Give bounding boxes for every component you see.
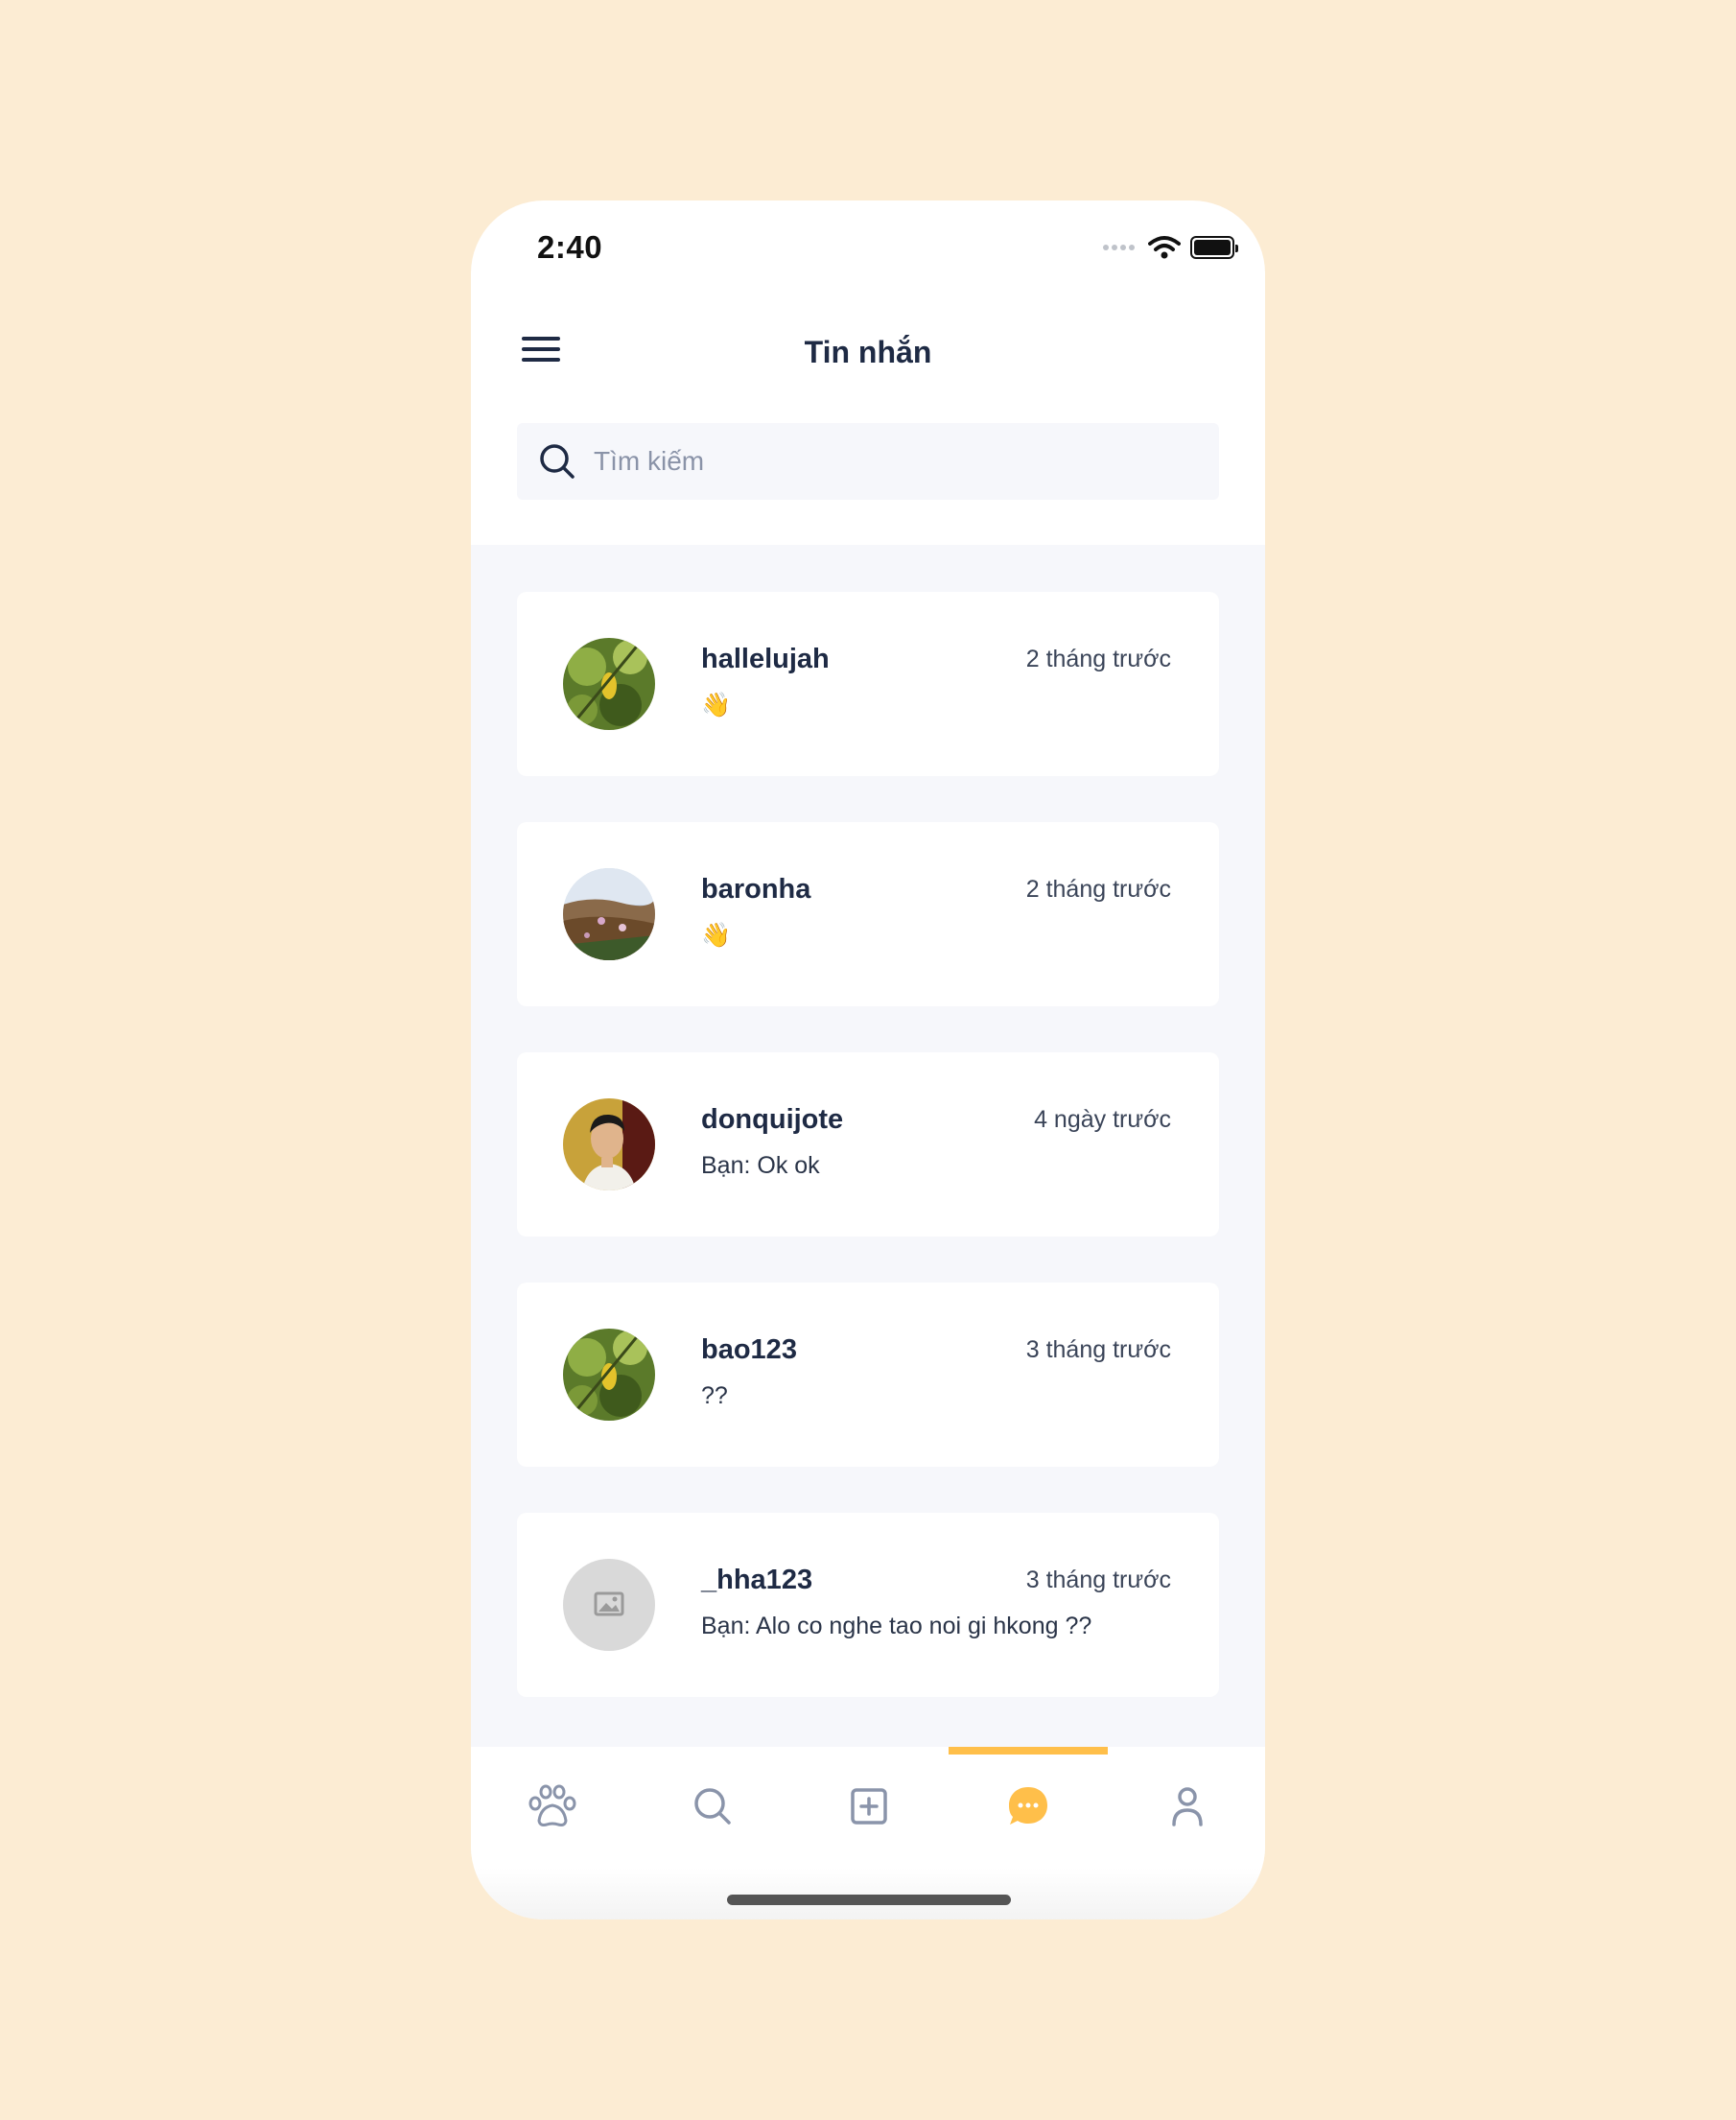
conversation-name: hallelujah bbox=[701, 644, 830, 674]
conversation-item[interactable]: _hha123 3 tháng trước Bạn: Alo co nghe t… bbox=[517, 1513, 1219, 1697]
status-time: 2:40 bbox=[537, 229, 603, 265]
conversation-time: 4 ngày trước bbox=[1034, 1106, 1171, 1133]
add-post-icon[interactable] bbox=[840, 1778, 898, 1835]
page-title: Tin nhắn bbox=[804, 335, 932, 369]
status-icons bbox=[1103, 235, 1238, 260]
active-tab-indicator bbox=[949, 1747, 1108, 1755]
conversation-last-message: Bạn: Ok ok bbox=[701, 1152, 820, 1179]
conversation-name: _hha123 bbox=[701, 1565, 813, 1595]
search-icon bbox=[540, 444, 575, 479]
avatar bbox=[563, 1098, 655, 1190]
battery-icon bbox=[1190, 236, 1238, 259]
avatar bbox=[563, 1559, 655, 1651]
avatar bbox=[563, 638, 655, 730]
conversation-list: hallelujah 2 tháng trước 👋 baronha 2 thá… bbox=[471, 545, 1265, 1747]
home-indicator bbox=[727, 1895, 1011, 1905]
conversation-name: bao123 bbox=[701, 1334, 797, 1365]
conversation-last-message: 👋 bbox=[701, 692, 732, 718]
cell-signal-icon bbox=[1103, 245, 1135, 250]
search-bar[interactable] bbox=[517, 423, 1219, 500]
conversation-item[interactable]: baronha 2 tháng trước 👋 bbox=[517, 822, 1219, 1006]
conversation-name: donquijote bbox=[701, 1104, 844, 1135]
profile-icon[interactable] bbox=[1159, 1778, 1216, 1835]
conversation-time: 2 tháng trước bbox=[1025, 646, 1171, 672]
avatar bbox=[563, 1329, 655, 1421]
conversation-last-message: Bạn: Alo co nghe tao noi gi hkong ?? bbox=[701, 1613, 1092, 1639]
conversation-item[interactable]: donquijote 4 ngày trước Bạn: Ok ok bbox=[517, 1052, 1219, 1237]
conversation-time: 3 tháng trước bbox=[1025, 1336, 1171, 1363]
conversation-time: 2 tháng trước bbox=[1025, 876, 1171, 903]
conversation-last-message: 👋 bbox=[701, 922, 732, 949]
paw-icon[interactable] bbox=[524, 1778, 581, 1835]
search-input[interactable] bbox=[594, 446, 1188, 477]
conversation-time: 3 tháng trước bbox=[1025, 1566, 1171, 1593]
bottom-nav bbox=[471, 1747, 1265, 1920]
chat-icon[interactable] bbox=[999, 1778, 1057, 1835]
avatar bbox=[563, 868, 655, 960]
search-icon[interactable] bbox=[684, 1778, 741, 1835]
conversation-item[interactable]: hallelujah 2 tháng trước 👋 bbox=[517, 592, 1219, 776]
conversation-item[interactable]: bao123 3 tháng trước ?? bbox=[517, 1283, 1219, 1467]
phone-screen: 2:40 Tin nhắn Tìm kiếm hallelujah 2 thán… bbox=[471, 200, 1265, 1920]
wifi-icon bbox=[1148, 236, 1181, 259]
conversation-last-message: ?? bbox=[701, 1382, 728, 1409]
conversation-name: baronha bbox=[701, 874, 811, 905]
